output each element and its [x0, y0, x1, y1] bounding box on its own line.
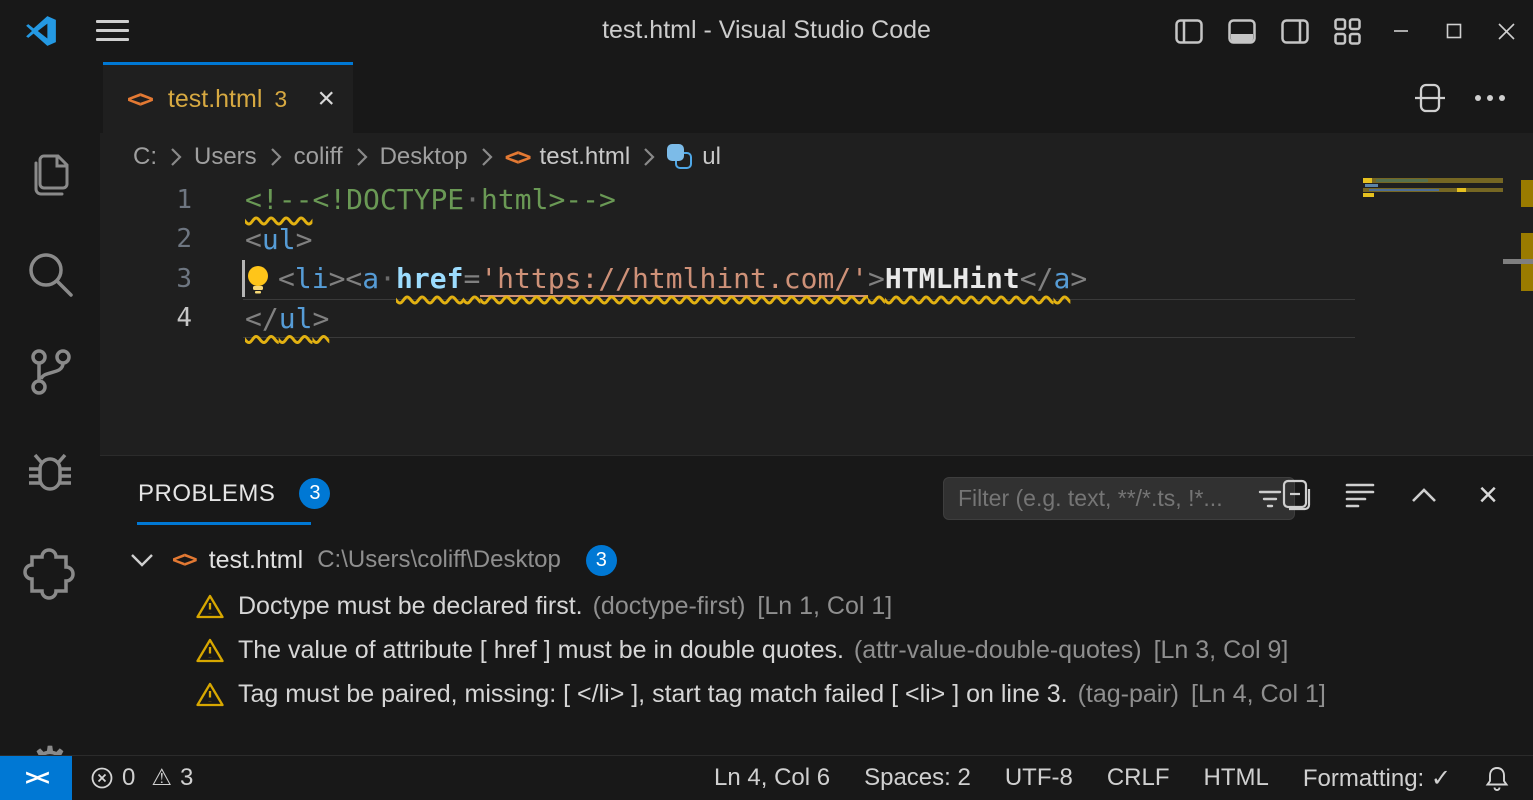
- warning-icon: [196, 638, 224, 663]
- filter-input[interactable]: [958, 485, 1258, 512]
- line-number: 3: [100, 259, 192, 299]
- toggle-primary-sidebar-icon[interactable]: [1162, 0, 1215, 62]
- file-problems-badge: 3: [586, 545, 617, 576]
- warning-icon: [196, 682, 224, 707]
- view-as-table-icon[interactable]: [1279, 478, 1313, 512]
- lightbulb-icon[interactable]: [245, 264, 271, 294]
- statusbar-right: Ln 4, Col 6 Spaces: 2 UTF-8 CRLF HTML Fo…: [714, 764, 1533, 793]
- menu-hamburger-icon[interactable]: [96, 20, 129, 41]
- problems-status[interactable]: 0 ⚠ 3: [90, 764, 193, 792]
- extensions-icon[interactable]: [0, 545, 100, 601]
- active-tab-underline: [137, 522, 311, 525]
- vscode-logo-icon: [24, 14, 58, 48]
- breadcrumb-folder[interactable]: Desktop: [380, 143, 468, 171]
- editor-region: <> test.html 3 × C: Users coliff Desktop…: [100, 62, 1533, 455]
- close-panel-icon[interactable]: ×: [1471, 478, 1505, 512]
- breadcrumb-folder[interactable]: coliff: [294, 143, 343, 171]
- toggle-panel-icon[interactable]: [1215, 0, 1268, 62]
- close-window-button[interactable]: [1480, 0, 1533, 62]
- problem-row[interactable]: The value of attribute [ href ] must be …: [100, 628, 1533, 672]
- current-line-highlight: [243, 299, 1355, 339]
- collapse-all-icon[interactable]: [1343, 478, 1377, 512]
- overview-ruler-cursor: [1503, 259, 1533, 264]
- chevron-right-icon: [480, 146, 493, 168]
- toggle-secondary-sidebar-icon[interactable]: [1268, 0, 1321, 62]
- split-editor-icon[interactable]: [1413, 81, 1447, 115]
- run-debug-icon[interactable]: [0, 445, 100, 501]
- line-number: 1: [100, 180, 192, 220]
- breadcrumb-folder[interactable]: Users: [194, 143, 257, 171]
- tab-problems[interactable]: PROBLEMS 3: [138, 478, 330, 509]
- chevron-right-icon: [355, 146, 368, 168]
- explorer-icon[interactable]: [0, 148, 100, 202]
- chevron-down-icon[interactable]: [130, 553, 154, 567]
- customize-layout-icon[interactable]: [1321, 0, 1374, 62]
- warning-count: 3: [180, 764, 193, 792]
- chevron-right-icon: [642, 146, 655, 168]
- source-control-icon[interactable]: [0, 344, 100, 400]
- code-line-3: <li><a·href='https://htmlhint.com/'>HTML…: [245, 259, 1087, 299]
- titlebar-actions: [1162, 0, 1533, 62]
- cursor-position[interactable]: Ln 4, Col 6: [714, 764, 830, 792]
- breadcrumb-file[interactable]: <> test.html: [505, 143, 631, 171]
- problems-filter[interactable]: [943, 477, 1295, 520]
- minimize-button[interactable]: [1374, 0, 1427, 62]
- language-mode[interactable]: HTML: [1204, 764, 1269, 792]
- more-actions-icon[interactable]: [1473, 81, 1507, 115]
- remote-indicator[interactable]: ><: [0, 756, 72, 800]
- panel-toolbar: ×: [1279, 478, 1505, 512]
- eol-sequence[interactable]: CRLF: [1107, 764, 1170, 792]
- html-file-icon: <>: [172, 547, 196, 573]
- chevron-right-icon: [269, 146, 282, 168]
- encoding[interactable]: UTF-8: [1005, 764, 1073, 792]
- problems-file-path: C:\Users\coliff\Desktop: [317, 546, 561, 574]
- chevron-right-icon: [169, 146, 182, 168]
- tab-bar: <> test.html 3 ×: [100, 62, 1533, 133]
- html-file-icon: <>: [127, 85, 152, 113]
- tab-test-html[interactable]: <> test.html 3 ×: [103, 62, 353, 133]
- breadcrumb-drive[interactable]: C:: [133, 143, 157, 171]
- tab-problem-count: 3: [274, 86, 287, 113]
- search-icon[interactable]: [0, 246, 100, 302]
- line-number: 4: [100, 299, 192, 339]
- window-title: test.html - Visual Studio Code: [602, 16, 931, 45]
- code-line-1: <!--<!DOCTYPE·html>-->: [245, 180, 616, 220]
- error-count: 0: [122, 764, 135, 792]
- notifications-bell-icon[interactable]: [1485, 765, 1509, 792]
- line-number: 2: [100, 220, 192, 260]
- problem-row[interactable]: Doctype must be declared first. (doctype…: [100, 584, 1533, 628]
- problem-row[interactable]: Tag must be paired, missing: [ </li> ], …: [100, 672, 1533, 716]
- tab-close-icon[interactable]: ×: [317, 84, 335, 114]
- editor-actions: [1413, 62, 1507, 133]
- problems-panel: PROBLEMS 3 × <> test.html C:\Users\colif…: [100, 455, 1533, 755]
- error-count-icon: [90, 766, 114, 790]
- problems-file-row[interactable]: <> test.html C:\Users\coliff\Desktop 3: [100, 538, 1533, 582]
- indentation[interactable]: Spaces: 2: [864, 764, 971, 792]
- symbol-element-icon: [667, 144, 692, 169]
- title-bar: test.html - Visual Studio Code: [0, 0, 1533, 62]
- activity-bar: ⚙: [0, 62, 100, 755]
- problems-file-name: test.html: [209, 546, 303, 575]
- problems-count-badge: 3: [299, 478, 330, 509]
- code-line-4: </ul>: [245, 299, 329, 339]
- breadcrumb: C: Users coliff Desktop <> test.html ul: [100, 133, 1533, 180]
- warning-count-icon: ⚠: [151, 767, 172, 790]
- status-bar: >< 0 ⚠ 3 Ln 4, Col 6 Spaces: 2 UTF-8 CRL…: [0, 755, 1533, 800]
- text-cursor: [242, 260, 245, 297]
- code-line-2: <ul>: [245, 220, 312, 260]
- maximize-button[interactable]: [1427, 0, 1480, 62]
- minimap[interactable]: [1363, 176, 1503, 286]
- warning-icon: [196, 594, 224, 619]
- maximize-panel-icon[interactable]: [1407, 478, 1441, 512]
- tab-label: test.html: [168, 85, 262, 114]
- html-file-icon: <>: [505, 143, 530, 171]
- remote-icon: ><: [25, 765, 47, 791]
- code-editor[interactable]: 1 2 3 4 <!--<!DOCTYPE·html>--> <ul> <li>…: [100, 180, 1533, 455]
- formatting-status[interactable]: Formatting: ✓: [1303, 764, 1451, 793]
- overview-ruler-warning: [1521, 180, 1533, 207]
- breadcrumb-symbol[interactable]: ul: [667, 143, 721, 171]
